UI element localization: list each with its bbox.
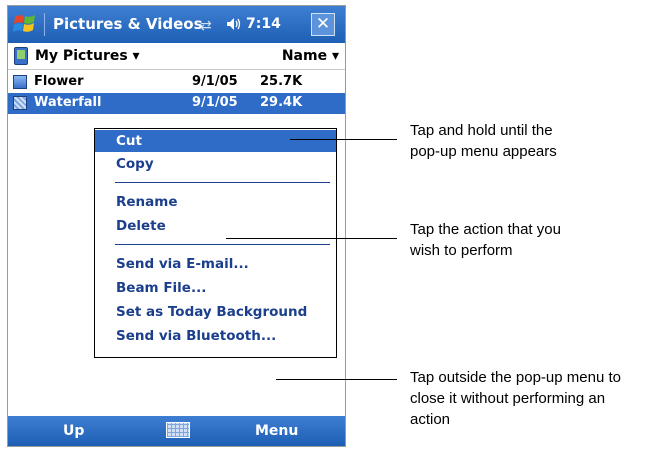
menu-item-send-bluetooth[interactable]: Send via Bluetooth... — [95, 325, 336, 347]
callout-tap-outside: Tap outside the pop-up menu to close it … — [410, 367, 621, 430]
menu-item-beam-file[interactable]: Beam File... — [95, 277, 336, 299]
file-date: 9/1/05 — [192, 74, 238, 89]
menu-softkey[interactable]: Menu — [255, 423, 298, 439]
connectivity-icon[interactable]: ⇄ — [200, 18, 212, 34]
title-bar: Pictures & Videos ⇄ 7:14 ✕ — [8, 6, 345, 43]
callout-text-line: Tap outside the pop-up menu to — [410, 369, 621, 386]
context-menu: Cut Copy Rename Delete Send via E-mail..… — [94, 128, 337, 358]
callout-tap-action: Tap the action that you wish to perform — [410, 219, 561, 261]
menu-item-rename[interactable]: Rename — [95, 191, 336, 213]
title-separator — [44, 13, 45, 36]
app-title: Pictures & Videos — [53, 15, 203, 33]
folder-dropdown[interactable]: My Pictures ▾ — [35, 48, 140, 64]
clock[interactable]: 7:14 — [246, 16, 281, 32]
callout-tap-hold: Tap and hold until the pop-up menu appea… — [410, 120, 557, 162]
menu-item-cut[interactable]: Cut — [95, 130, 336, 152]
close-icon: ✕ — [315, 14, 331, 34]
volume-icon[interactable] — [226, 17, 242, 35]
menu-item-copy[interactable]: Copy — [95, 153, 336, 175]
file-date: 9/1/05 — [192, 95, 238, 110]
callout-text-line: Tap the action that you — [410, 221, 561, 238]
menu-bar: Up Menu — [8, 416, 345, 446]
file-size: 25.7K — [260, 74, 303, 89]
folder-bar: My Pictures ▾ Name ▾ — [8, 43, 345, 70]
callout-text-line: Tap and hold until the — [410, 122, 553, 139]
image-file-icon — [13, 96, 27, 110]
menu-item-set-background[interactable]: Set as Today Background — [95, 301, 336, 323]
windows-start-icon[interactable] — [13, 13, 37, 35]
up-softkey[interactable]: Up — [63, 423, 84, 439]
file-size: 29.4K — [260, 95, 303, 110]
pictures-folder-icon — [14, 47, 28, 65]
callout-text-line: close it without performing an — [410, 390, 606, 407]
callout-text-line: pop-up menu appears — [410, 143, 557, 160]
file-row[interactable]: Flower 9/1/05 25.7K — [8, 72, 345, 93]
menu-item-send-email[interactable]: Send via E-mail... — [95, 253, 336, 275]
file-name: Waterfall — [34, 95, 102, 110]
image-file-icon — [13, 75, 27, 89]
menu-item-delete[interactable]: Delete — [95, 215, 336, 237]
device-screen: Pictures & Videos ⇄ 7:14 ✕ My Pictures ▾… — [7, 5, 346, 447]
callout-line — [276, 379, 397, 380]
callout-line — [290, 139, 397, 140]
keyboard-icon[interactable] — [166, 422, 190, 438]
callout-line — [226, 238, 397, 239]
file-name: Flower — [34, 74, 84, 89]
callout-text-line: action — [410, 411, 451, 428]
sort-dropdown[interactable]: Name ▾ — [282, 48, 339, 64]
menu-separator — [115, 182, 330, 183]
menu-separator — [115, 244, 330, 245]
callout-text-line: wish to perform — [410, 242, 513, 259]
close-button[interactable]: ✕ — [311, 13, 335, 36]
file-row-selected[interactable]: Waterfall 9/1/05 29.4K — [8, 93, 345, 114]
